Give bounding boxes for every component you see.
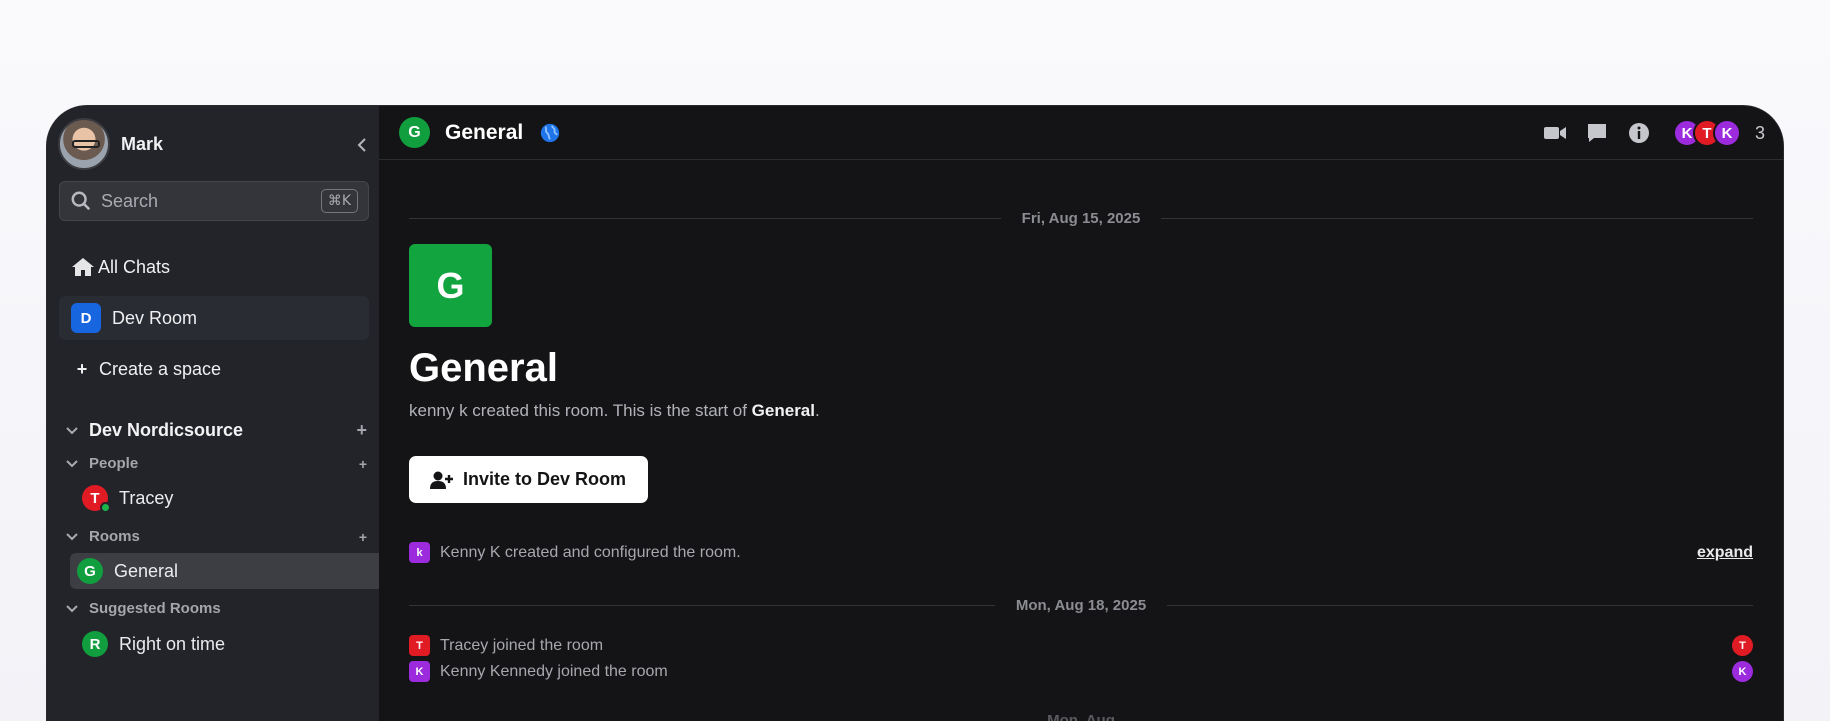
timeline-event: T Tracey joined the room T: [409, 635, 1753, 656]
room-header: G General K T K 3: [379, 106, 1783, 160]
room-intro-title: General: [409, 346, 558, 390]
user-avatar[interactable]: [58, 118, 110, 170]
date-separator: Fri, Aug 15, 2025: [409, 210, 1754, 227]
user-name: Mark: [121, 133, 164, 154]
sidebar-item-label: Tracey: [119, 487, 174, 508]
chevron-down-icon: [66, 459, 78, 467]
nav-space-dev-room[interactable]: D Dev Room: [59, 296, 369, 340]
plus-icon: +: [76, 358, 88, 379]
date-separator-label: Mon, Aug 18, 2025: [1015, 597, 1147, 614]
search-icon: [71, 191, 91, 211]
room-actions: K T K 3: [1525, 106, 1765, 160]
add-person-button[interactable]: +: [359, 456, 367, 472]
sidebar-item-label: Right on time: [119, 633, 226, 654]
suggested-section-title: Suggested Rooms: [89, 600, 221, 617]
sidebar-item-right-on-time[interactable]: R Right on time: [70, 626, 379, 662]
space-label: Dev Room: [112, 307, 198, 328]
rooms-section-title: Rooms: [89, 528, 140, 545]
avatar: R: [82, 631, 108, 657]
event-text: Kenny Kennedy joined the room: [440, 662, 668, 680]
online-status-dot: [100, 502, 111, 513]
expand-link[interactable]: expand: [1697, 544, 1753, 562]
people-section-title: People: [89, 455, 139, 472]
avatar: T: [82, 485, 111, 513]
search-placeholder: Search: [101, 190, 159, 211]
create-space-button[interactable]: + Create a space: [59, 347, 369, 391]
avatar: G: [77, 558, 103, 584]
date-separator: Mon, Aug 18, 2025: [409, 597, 1753, 614]
info-icon[interactable]: [1627, 121, 1651, 145]
chevron-down-icon: [66, 426, 78, 434]
event-text: Kenny K created and configured the room.: [440, 543, 741, 561]
video-call-icon[interactable]: [1543, 121, 1567, 145]
nav-all-chats[interactable]: All Chats: [59, 245, 369, 289]
nav-all-chats-label: All Chats: [98, 256, 171, 277]
read-receipt-avatar[interactable]: T: [1732, 635, 1753, 656]
chevron-down-icon: [66, 604, 78, 612]
sidebar-item-label: General: [114, 560, 179, 581]
threads-icon[interactable]: [1585, 121, 1609, 145]
event-text: Tracey joined the room: [440, 636, 604, 654]
avatar: K: [1712, 119, 1741, 147]
main-panel: G General K T K 3 Fri, Aug 15, 2025 G Ge…: [379, 106, 1783, 721]
avatar: K: [409, 661, 430, 682]
add-room-button[interactable]: +: [359, 529, 367, 545]
invite-button[interactable]: Invite to Dev Room: [409, 456, 648, 503]
room-intro-text: kenny k created this room. This is the s…: [409, 401, 820, 420]
sidebar-item-tracey[interactable]: T Tracey: [70, 480, 379, 516]
app-window: Mark Search ⌘K All Chats D Dev Room + Cr…: [47, 106, 1783, 721]
room-intro-avatar: G: [409, 244, 492, 327]
chevron-left-icon: [357, 138, 366, 152]
member-avatars[interactable]: K T K: [1672, 119, 1741, 147]
add-to-space-button[interactable]: +: [356, 420, 367, 441]
sidebar: Mark Search ⌘K All Chats D Dev Room + Cr…: [47, 106, 379, 721]
space-section-header[interactable]: Dev Nordicsource +: [65, 420, 367, 441]
timeline-event: k Kenny K created and configured the roo…: [409, 542, 1753, 563]
chevron-down-icon: [66, 532, 78, 540]
search-shortcut: ⌘K: [320, 189, 358, 213]
date-separator-label: Fri, Aug 15, 2025: [1021, 210, 1141, 227]
rooms-section-header[interactable]: Rooms +: [65, 528, 367, 545]
search-input[interactable]: Search ⌘K: [59, 181, 369, 221]
collapse-sidebar-button[interactable]: [351, 134, 373, 156]
people-section-header[interactable]: People +: [65, 455, 367, 472]
globe-icon: [541, 123, 560, 142]
date-separator-label: Mon, Aug: [1047, 712, 1115, 721]
room-avatar[interactable]: G: [399, 117, 430, 148]
invite-button-label: Invite to Dev Room: [463, 469, 627, 489]
suggested-section-header[interactable]: Suggested Rooms: [65, 600, 367, 617]
space-section-title: Dev Nordicsource: [89, 420, 244, 440]
home-icon: [72, 258, 94, 276]
sidebar-item-general[interactable]: G General: [70, 553, 379, 589]
create-space-label: Create a space: [99, 358, 222, 379]
read-receipt-avatar[interactable]: K: [1732, 661, 1753, 682]
timeline-event: K Kenny Kennedy joined the room K: [409, 661, 1753, 682]
add-user-icon: [430, 471, 453, 489]
avatar: T: [409, 635, 430, 656]
avatar: k: [409, 542, 430, 563]
user-profile[interactable]: Mark: [58, 118, 163, 170]
space-badge: D: [71, 303, 101, 333]
member-count[interactable]: 3: [1755, 123, 1765, 144]
room-title[interactable]: General: [445, 121, 523, 145]
